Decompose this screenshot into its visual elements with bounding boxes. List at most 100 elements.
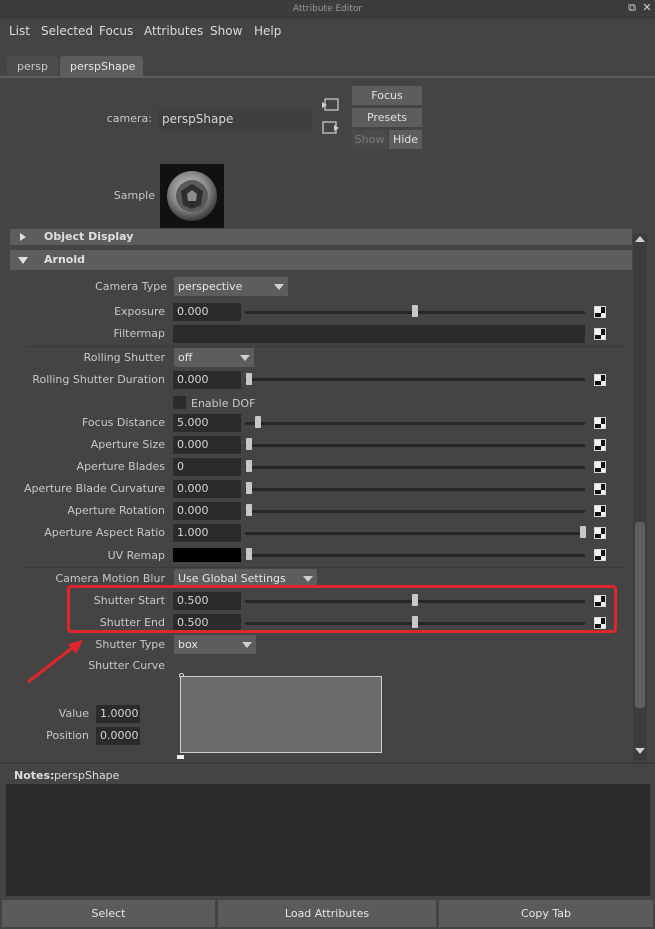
menu-attributes[interactable]: Attributes (144, 19, 203, 43)
camera-label: camera: (106, 112, 152, 125)
aperture-aspect-ratio-slider[interactable] (245, 532, 585, 535)
hide-button[interactable]: Hide (389, 130, 422, 149)
scroll-down-icon[interactable] (635, 748, 645, 754)
chevron-down-icon (303, 576, 313, 582)
focus-distance-field[interactable]: 5.000 (173, 414, 241, 432)
notes-object-name: perspShape (54, 769, 120, 782)
shutter-type-label: Shutter Type (95, 638, 165, 651)
input-connection-icon[interactable] (322, 98, 340, 112)
aperture-blades-label: Aperture Blades (76, 460, 165, 473)
notes-textarea[interactable] (6, 784, 650, 896)
aperture-size-label: Aperture Size (90, 438, 165, 451)
tab-persp[interactable]: persp (7, 56, 58, 77)
enable-dof-checkbox[interactable] (173, 396, 186, 409)
output-connection-icon[interactable] (322, 121, 340, 135)
menu-focus[interactable]: Focus (99, 19, 133, 43)
aperture-aspect-ratio-label: Aperture Aspect Ratio (44, 526, 165, 539)
menu-list[interactable]: List (9, 19, 30, 43)
aperture-rotation-field[interactable]: 0.000 (173, 502, 241, 520)
tab-perspshape[interactable]: perspShape (60, 56, 143, 77)
close-icon[interactable]: ✕ (641, 2, 653, 14)
divider (26, 346, 626, 347)
checker-map-icon[interactable] (594, 439, 606, 451)
uv-remap-slider[interactable] (245, 554, 585, 557)
rolling-shutter-duration-slider[interactable] (245, 378, 585, 381)
aperture-rotation-label: Aperture Rotation (67, 504, 165, 517)
focus-distance-slider-handle[interactable] (255, 416, 261, 428)
camera-type-label: Camera Type (95, 280, 167, 293)
rolling-shutter-label: Rolling Shutter (83, 351, 165, 364)
rolling-shutter-duration-slider-handle[interactable] (246, 373, 252, 385)
notes-label: Notes: (14, 769, 55, 782)
aperture-size-slider-handle[interactable] (246, 438, 252, 450)
filtermap-field[interactable] (173, 325, 585, 343)
chevron-down-icon (240, 355, 250, 361)
menu-selected[interactable]: Selected (41, 19, 93, 43)
checker-map-icon[interactable] (594, 527, 606, 539)
camera-type-dropdown[interactable]: perspective (174, 277, 288, 296)
curve-value-field[interactable]: 1.0000 (96, 705, 140, 723)
curve-value-label: Value (58, 707, 89, 720)
section-object-display[interactable]: Object Display (10, 229, 632, 245)
shutter-curve-graph[interactable] (180, 676, 382, 753)
aperture-blade-curvature-slider[interactable] (245, 488, 585, 491)
aperture-blade-curvature-field[interactable]: 0.000 (173, 480, 241, 498)
checker-map-icon[interactable] (594, 505, 606, 517)
aperture-rotation-slider[interactable] (245, 510, 585, 513)
checker-map-icon[interactable] (594, 374, 606, 386)
checker-map-icon[interactable] (594, 306, 606, 318)
menu-show[interactable]: Show (210, 19, 242, 43)
aperture-blades-slider[interactable] (245, 466, 585, 469)
enable-dof-label: Enable DOF (191, 397, 256, 410)
section-arnold[interactable]: Arnold (10, 250, 632, 270)
scroll-up-icon[interactable] (635, 236, 645, 242)
exposure-field[interactable]: 0.000 (173, 303, 241, 321)
copy-tab-button[interactable]: Copy Tab (439, 900, 653, 927)
rolling-shutter-duration-label: Rolling Shutter Duration (32, 373, 165, 386)
aperture-size-slider[interactable] (245, 444, 585, 447)
uv-remap-label: UV Remap (107, 549, 165, 562)
chevron-down-icon (274, 284, 284, 290)
divider (0, 762, 655, 764)
checker-map-icon[interactable] (594, 328, 606, 340)
expanded-arrow-icon (18, 257, 28, 264)
float-window-icon[interactable]: ⧉ (626, 2, 638, 14)
curve-position-marker[interactable] (177, 755, 184, 759)
rolling-shutter-dropdown[interactable]: off (174, 348, 254, 367)
rolling-shutter-value: off (178, 351, 193, 364)
aperture-rotation-slider-handle[interactable] (246, 504, 252, 516)
shutter-curve-label: Shutter Curve (88, 659, 165, 672)
sample-swatch (160, 164, 224, 228)
select-button[interactable]: Select (2, 900, 215, 927)
rolling-shutter-duration-field[interactable]: 0.000 (173, 371, 241, 389)
shutter-type-value: box (178, 638, 198, 651)
aperture-blades-slider-handle[interactable] (246, 460, 252, 472)
camera-name-field[interactable]: perspShape (158, 109, 312, 129)
show-button[interactable]: Show (352, 130, 387, 149)
focus-button[interactable]: Focus (352, 86, 422, 105)
camera-type-value: perspective (178, 280, 243, 293)
menu-help[interactable]: Help (254, 19, 281, 43)
shutter-type-dropdown[interactable]: box (174, 635, 256, 654)
curve-position-field[interactable]: 0.0000 (96, 727, 140, 745)
checker-map-icon[interactable] (594, 417, 606, 429)
exposure-slider-handle[interactable] (412, 305, 418, 317)
curve-position-label: Position (46, 729, 89, 742)
checker-map-icon[interactable] (594, 483, 606, 495)
aperture-size-field[interactable]: 0.000 (173, 436, 241, 454)
load-attributes-button[interactable]: Load Attributes (218, 900, 436, 927)
scroll-thumb[interactable] (635, 522, 645, 708)
aperture-aspect-ratio-slider-handle[interactable] (580, 526, 586, 538)
filtermap-label: Filtermap (113, 327, 166, 340)
uv-remap-swatch[interactable] (173, 548, 241, 562)
checker-map-icon[interactable] (594, 549, 606, 561)
checker-map-icon[interactable] (594, 461, 606, 473)
tab-underline (0, 76, 655, 78)
aperture-blade-curvature-slider-handle[interactable] (246, 482, 252, 494)
aperture-blades-field[interactable]: 0 (173, 458, 241, 476)
exposure-label: Exposure (114, 305, 165, 318)
focus-distance-slider[interactable] (245, 422, 585, 425)
presets-button[interactable]: Presets (352, 108, 422, 127)
aperture-aspect-ratio-field[interactable]: 1.000 (173, 524, 241, 542)
uv-remap-slider-handle[interactable] (246, 548, 252, 560)
